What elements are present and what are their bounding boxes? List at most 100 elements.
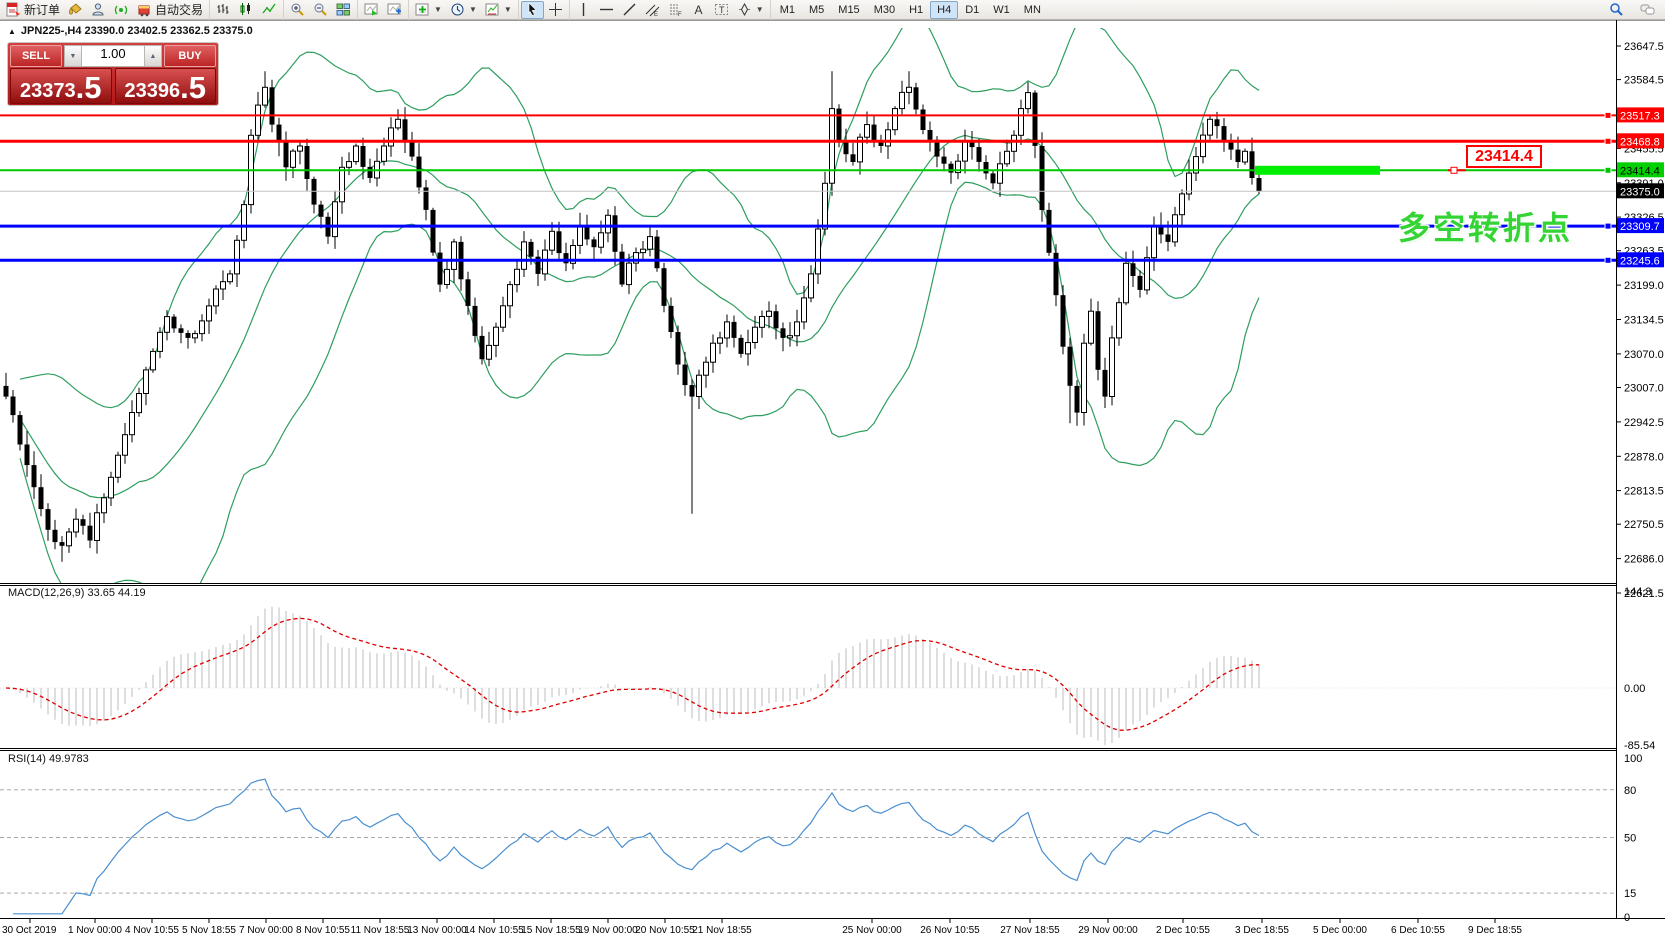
person-button[interactable] [87, 1, 110, 19]
timeframe-h4[interactable]: H4 [930, 1, 958, 19]
trend-button[interactable] [618, 1, 641, 19]
chart-play-button[interactable] [360, 1, 383, 19]
vline-button[interactable] [572, 1, 595, 19]
toolbar-group [210, 0, 284, 20]
candles-button[interactable] [235, 1, 258, 19]
collapse-arrow-icon[interactable]: ▲ [8, 27, 16, 36]
highlight-bar[interactable] [1255, 166, 1380, 175]
toolbar-button-label: 自动交易 [155, 1, 203, 18]
time-tick-label: 14 Nov 10:55 [464, 925, 524, 936]
toolbar-right [1605, 1, 1665, 19]
bars-button[interactable] [212, 1, 235, 19]
clock-button[interactable]: ▼ [446, 1, 481, 19]
autotrade-button[interactable]: 自动交易 [133, 1, 207, 19]
lines-button[interactable] [258, 1, 281, 19]
price-tick-label: 23134.5 [1624, 315, 1664, 327]
indicator-add-button[interactable]: ▼ [411, 1, 446, 19]
sell-button[interactable]: SELL [10, 45, 62, 67]
chart-play-icon [364, 2, 379, 17]
price-tick-label: 22813.5 [1624, 486, 1664, 498]
toolbar-button-label: 新订单 [24, 1, 60, 18]
timeframe-m15[interactable]: M15 [831, 1, 866, 19]
chart-title[interactable]: ▲JPN225-,H4 23390.0 23402.5 23362.5 2337… [8, 25, 253, 37]
time-tick-label: 9 Dec 18:55 [1468, 925, 1522, 936]
time-tick-label: 6 Dec 10:55 [1391, 925, 1445, 936]
buy-price-main: 23396 [125, 81, 181, 101]
timeframe-mn[interactable]: MN [1017, 1, 1048, 19]
price-tick-label: 23199.0 [1624, 280, 1664, 292]
tile-icon [336, 2, 351, 17]
timeframe-m1[interactable]: M1 [773, 1, 802, 19]
sell-price-button[interactable]: 23373.5 [10, 68, 112, 104]
timeframe-m5[interactable]: M5 [802, 1, 831, 19]
line-anchor[interactable] [1605, 223, 1611, 229]
line-anchor[interactable] [1605, 138, 1611, 144]
bucket-button[interactable] [64, 1, 87, 19]
search-icon [1609, 2, 1624, 17]
cursor-button[interactable] [521, 1, 544, 19]
time-tick-label: 5 Dec 00:00 [1313, 925, 1367, 936]
line-anchor[interactable] [1605, 112, 1611, 118]
time-tick-label: 29 Nov 00:00 [1078, 925, 1138, 936]
template-button[interactable]: ▼ [481, 1, 516, 19]
time-tick-label: 11 Nov 18:55 [351, 925, 410, 936]
cursor-icon [525, 2, 540, 17]
time-tick-label: 15 Nov 18:55 [521, 925, 581, 936]
zoom-out-button[interactable] [309, 1, 332, 19]
signal-button[interactable] [110, 1, 133, 19]
chart-plus-button[interactable] [383, 1, 406, 19]
shapes-button[interactable]: ▼ [733, 1, 768, 19]
channel-button[interactable]: E [641, 1, 664, 19]
svg-text:T: T [719, 5, 725, 15]
svg-text:-85.54: -85.54 [1624, 740, 1655, 752]
new-order-button[interactable]: 新订单 [2, 1, 64, 19]
sell-price-main: 23373 [20, 81, 76, 101]
volume-down-button[interactable]: ▼ [64, 45, 82, 67]
line-anchor[interactable] [1605, 257, 1611, 263]
price-level-tag[interactable]: 23414.4 [1466, 145, 1542, 168]
hline-button[interactable] [595, 1, 618, 19]
sell-price-frac: .5 [76, 75, 102, 101]
autotrade-icon [137, 2, 152, 17]
svg-text:15: 15 [1624, 888, 1636, 900]
tile-button[interactable] [332, 1, 355, 19]
timeframe-m30[interactable]: M30 [867, 1, 902, 19]
fibo-button[interactable]: F [664, 1, 687, 19]
buy-button[interactable]: BUY [164, 45, 216, 67]
shapes-icon [737, 2, 752, 17]
price-badge: 23414.4 [1617, 162, 1664, 177]
label-t-button[interactable]: T [710, 1, 733, 19]
price-badge: 23468.8 [1617, 133, 1664, 148]
buy-price-button[interactable]: 23396.5 [115, 68, 217, 104]
search-button[interactable] [1605, 1, 1628, 19]
toolbar-group [358, 0, 409, 20]
chart-canvas[interactable]: 23647.523584.523455.523391.023326.523263… [0, 20, 1665, 942]
price-badge: 23517.3 [1617, 107, 1664, 122]
chevron-down-icon: ▼ [756, 5, 764, 14]
timeframe-w1[interactable]: W1 [986, 1, 1017, 19]
timeframe-h1[interactable]: H1 [902, 1, 930, 19]
pivot-annotation-text[interactable]: 多空转折点 [1398, 203, 1573, 249]
chat-button[interactable] [1636, 1, 1659, 19]
chart-plus-icon [387, 2, 402, 17]
time-tick-label: 5 Nov 18:55 [182, 925, 236, 936]
price-tick-label: 22942.5 [1624, 417, 1664, 429]
text-a-button[interactable]: A [687, 1, 710, 19]
volume-input[interactable]: 1.00 [82, 45, 144, 67]
svg-text:23414.4: 23414.4 [1620, 165, 1660, 177]
crosshair-button[interactable] [544, 1, 567, 19]
line-anchor[interactable] [1605, 167, 1611, 173]
chevron-down-icon: ▼ [434, 5, 442, 14]
volume-up-button[interactable]: ▲ [144, 45, 162, 67]
chat-icon [1640, 2, 1655, 17]
time-tick-label: 19 Nov 00:00 [578, 925, 638, 936]
macd-indicator-label: MACD(12,26,9) 33.65 44.19 [8, 587, 146, 599]
price-tick-label: 22686.0 [1624, 554, 1664, 566]
clock-icon [450, 2, 465, 17]
zoom-in-button[interactable] [286, 1, 309, 19]
time-tick-label: 4 Nov 10:55 [125, 925, 179, 936]
timeframe-d1[interactable]: D1 [958, 1, 986, 19]
bucket-icon [68, 2, 83, 17]
toolbar-group: 新订单 自动交易 [0, 0, 210, 20]
time-tick-label: 8 Nov 10:55 [296, 925, 350, 936]
